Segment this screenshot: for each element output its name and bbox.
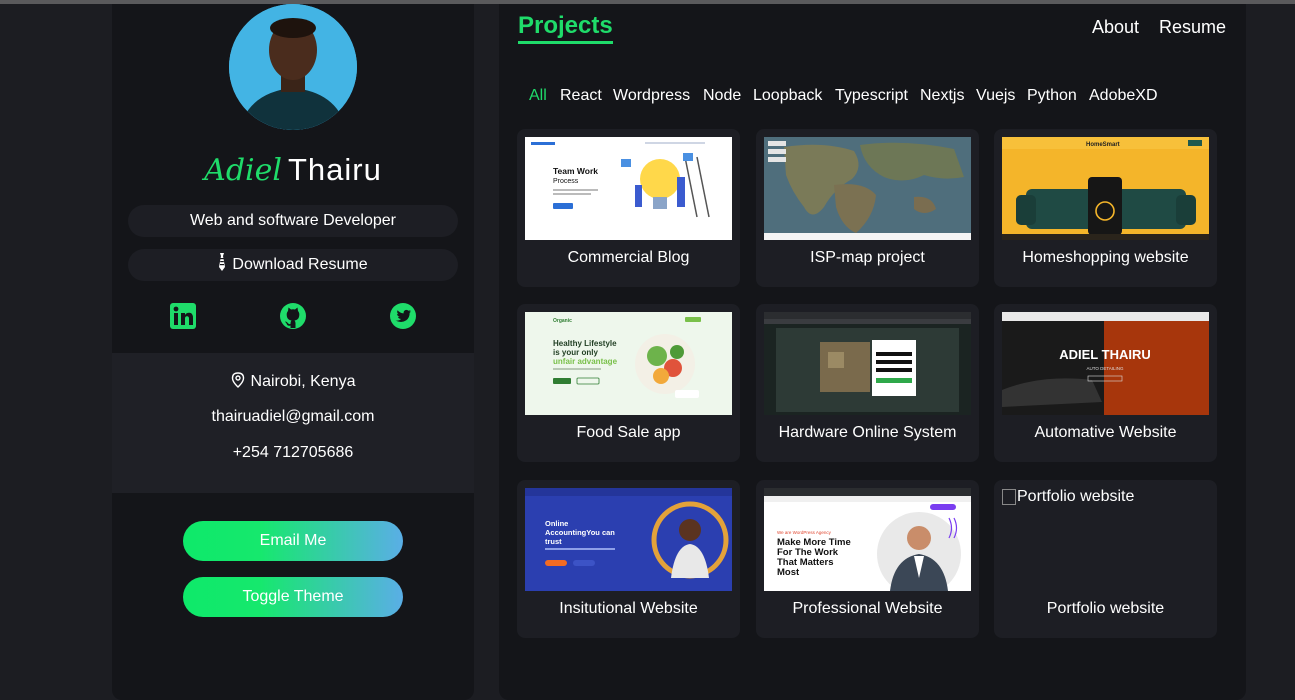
svg-text:HomeSmart: HomeSmart bbox=[1086, 142, 1120, 148]
filter-react[interactable]: React bbox=[560, 87, 602, 105]
svg-text:Team Work: Team Work bbox=[553, 166, 598, 176]
filter-nextjs[interactable]: Nextjs bbox=[920, 87, 964, 105]
filter-adobexd[interactable]: AdobeXD bbox=[1089, 87, 1158, 105]
svg-text:Process: Process bbox=[553, 178, 579, 185]
project-card[interactable]: Portfolio website Portfolio website bbox=[994, 480, 1217, 638]
phone-number: +254 712705686 bbox=[232, 444, 354, 461]
project-thumbnail: ADIEL THAIRU AUTO DETAILING bbox=[1002, 312, 1209, 415]
filter-vuejs[interactable]: Vuejs bbox=[976, 87, 1015, 105]
svg-text:AUTO DETAILING: AUTO DETAILING bbox=[1086, 366, 1124, 371]
twitter-icon[interactable] bbox=[389, 302, 417, 330]
project-thumbnail: HomeSmart bbox=[1002, 137, 1209, 240]
project-card[interactable]: Hardware Online System bbox=[756, 304, 979, 462]
project-title: Automative Website bbox=[1034, 424, 1177, 441]
project-thumbnail bbox=[764, 137, 971, 240]
linkedin-icon[interactable] bbox=[169, 302, 197, 330]
svg-text:AccountingYou can: AccountingYou can bbox=[545, 528, 615, 537]
image-alt-text: Portfolio website bbox=[1017, 488, 1135, 505]
svg-text:We are WordPress Agency: We are WordPress Agency bbox=[777, 530, 832, 535]
project-card[interactable]: Organic Healthy Lifestyle is your only u… bbox=[517, 304, 740, 462]
github-icon[interactable] bbox=[279, 302, 307, 330]
project-title: Hardware Online System bbox=[778, 424, 957, 441]
svg-text:trust: trust bbox=[545, 537, 562, 546]
nav-resume-link[interactable]: Resume bbox=[1159, 17, 1226, 38]
contact-info: Nairobi, Kenya thairuadiel@gmail.com +25… bbox=[112, 353, 474, 493]
project-card[interactable]: HomeSmart Homeshopping website bbox=[994, 129, 1217, 287]
project-card[interactable]: ADIEL THAIRU AUTO DETAILING Automative W… bbox=[994, 304, 1217, 462]
download-resume-label: Download Resume bbox=[232, 256, 368, 273]
filter-python[interactable]: Python bbox=[1027, 87, 1077, 105]
project-thumbnail: Online AccountingYou can trust bbox=[525, 488, 732, 591]
svg-text:unfair advantage: unfair advantage bbox=[553, 357, 618, 366]
first-name: Adiel bbox=[204, 153, 282, 188]
project-card[interactable]: We are WordPress Agency Make More Time F… bbox=[756, 480, 979, 638]
project-title: Food Sale app bbox=[576, 424, 681, 441]
project-title: ISP-map project bbox=[810, 249, 925, 266]
projects-panel: Projects About Resume All React Wordpres… bbox=[499, 4, 1246, 700]
project-card[interactable]: Online AccountingYou can trust Insitutio… bbox=[517, 480, 740, 638]
toggle-theme-button[interactable]: Toggle Theme bbox=[183, 577, 403, 617]
project-thumbnail bbox=[764, 312, 971, 415]
project-thumbnail: We are WordPress Agency Make More Time F… bbox=[764, 488, 971, 591]
location-pin-icon bbox=[231, 372, 244, 388]
location: Nairobi, Kenya bbox=[112, 372, 474, 391]
title-underline bbox=[518, 41, 613, 44]
svg-text:Healthy Lifestyle: Healthy Lifestyle bbox=[553, 339, 617, 348]
location-text: Nairobi, Kenya bbox=[250, 373, 356, 390]
svg-text:is your only: is your only bbox=[553, 348, 598, 357]
svg-text:Most: Most bbox=[777, 567, 800, 578]
page-title: Projects bbox=[518, 12, 613, 39]
project-title: Insitutional Website bbox=[559, 600, 698, 617]
project-title: Professional Website bbox=[792, 600, 943, 617]
filter-loopback[interactable]: Loopback bbox=[753, 87, 822, 105]
svg-text:Organic: Organic bbox=[553, 318, 572, 324]
filter-wordpress[interactable]: Wordpress bbox=[613, 87, 690, 105]
project-card[interactable]: ISP-map project bbox=[756, 129, 979, 287]
broken-image-placeholder: Portfolio website bbox=[1002, 488, 1134, 506]
profile-name: Adiel Thairu bbox=[112, 152, 474, 188]
email-address: thairuadiel@gmail.com bbox=[211, 408, 375, 425]
role-badge: Web and software Developer bbox=[128, 205, 458, 237]
social-links bbox=[112, 302, 474, 332]
avatar bbox=[229, 4, 357, 130]
tie-icon bbox=[219, 253, 226, 271]
project-title: Homeshopping website bbox=[1022, 249, 1189, 266]
filter-typescript[interactable]: Typescript bbox=[835, 87, 908, 105]
project-card[interactable]: Team Work Process Commercial Blog bbox=[517, 129, 740, 287]
email-me-button[interactable]: Email Me bbox=[183, 521, 403, 561]
project-title: Portfolio website bbox=[1046, 600, 1165, 617]
nav-about-link[interactable]: About bbox=[1092, 17, 1139, 38]
profile-sidebar: Adiel Thairu Web and software Developer D… bbox=[112, 4, 474, 700]
last-name: Thairu bbox=[287, 152, 382, 187]
svg-text:Online: Online bbox=[545, 519, 568, 528]
project-thumbnail: Organic Healthy Lifestyle is your only u… bbox=[525, 312, 732, 415]
broken-image-icon bbox=[1002, 489, 1016, 505]
filter-node[interactable]: Node bbox=[703, 87, 741, 105]
download-resume-button[interactable]: Download Resume bbox=[128, 249, 458, 281]
filter-all[interactable]: All bbox=[529, 87, 547, 105]
project-thumbnail: Team Work Process bbox=[525, 137, 732, 240]
svg-text:ADIEL THAIRU: ADIEL THAIRU bbox=[1059, 347, 1150, 362]
project-title: Commercial Blog bbox=[567, 249, 690, 266]
